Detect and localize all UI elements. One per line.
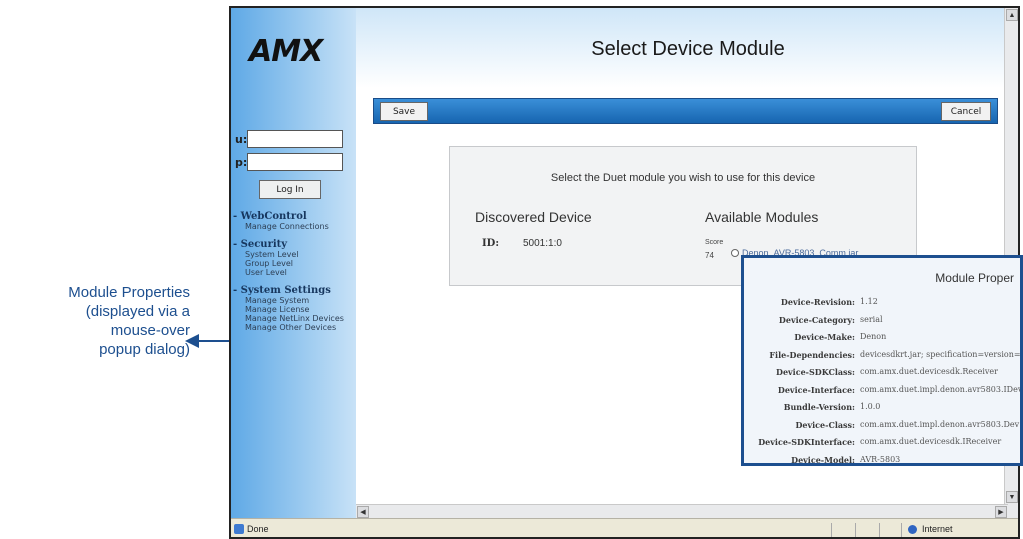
property-key: Device-SDKInterface: [758, 437, 855, 447]
nav-item-system-level[interactable]: System Level [233, 250, 355, 259]
amx-logo: AMX [249, 34, 323, 69]
property-row: Device-Make: Denon [744, 332, 1020, 346]
discovered-device-heading: Discovered Device [475, 209, 592, 225]
cancel-button[interactable]: Cancel [941, 102, 991, 121]
property-row: Device-SDKClass: com.amx.duet.devicesdk.R… [744, 367, 1020, 381]
module-radio[interactable] [731, 249, 739, 257]
screenshot-canvas: Module Properties (displayed via a mouse… [0, 0, 1023, 539]
nav-item-manage-other-devices[interactable]: Manage Other Devices [233, 323, 355, 332]
property-row: Device-SDKInterface: com.amx.duet.devices… [744, 437, 1020, 451]
nav-item-manage-system[interactable]: Manage System [233, 296, 355, 305]
property-row: Device-Interface: com.amx.duet.impl.denon… [744, 384, 1023, 399]
nav-heading-webcontrol[interactable]: - WebControl [233, 211, 355, 222]
save-button[interactable]: Save [380, 102, 428, 121]
status-cell [831, 523, 853, 537]
property-key: File-Dependencies: [769, 349, 855, 360]
property-row: File-Dependencies: devicesdkrt.jar; speci… [744, 349, 1023, 364]
internet-globe-icon [908, 525, 917, 534]
password-input[interactable] [247, 153, 343, 171]
property-key: Device-Make: [794, 332, 855, 342]
login-form: u: p: [231, 130, 351, 176]
property-key: Device-Class: [795, 419, 855, 430]
property-value: devicesdkrt.jar; specification=version=1 [860, 349, 1023, 359]
callout-line-3: mouse-over [110, 322, 190, 339]
nav-group-security: - Security System Level Group Level User… [233, 239, 355, 277]
page-done-icon [234, 524, 244, 534]
property-key: Bundle-Version: [783, 402, 855, 412]
property-key: Device-Interface: [777, 384, 855, 395]
property-value: Denon [860, 332, 887, 341]
callout-line-2: (displayed via a [85, 303, 190, 320]
nav-item-manage-license[interactable]: Manage License [233, 305, 355, 314]
property-key: Device-Revision: [780, 297, 855, 307]
nav-item-manage-connections[interactable]: Manage Connections [233, 222, 355, 231]
nav-group-webcontrol: - WebControl Manage Connections [233, 211, 355, 231]
property-row: Device-Model: AVR-5803 [744, 454, 1020, 465]
property-value: AVR-5803 [860, 454, 901, 464]
toolbar: Save Cancel [373, 98, 998, 124]
device-id-label: ID: [482, 238, 500, 249]
status-bar: Done Internet [231, 518, 1018, 537]
property-value: com.amx.duet.devicesdk.Receiver [860, 367, 998, 376]
scroll-up-icon[interactable]: ▲ [1006, 9, 1018, 21]
scroll-left-icon[interactable]: ◀ [357, 506, 369, 518]
login-button[interactable]: Log In [259, 180, 321, 199]
property-row: Device-Class: com.amx.duet.impl.denon.avr… [744, 419, 1020, 434]
available-modules-heading: Available Modules [705, 209, 819, 225]
property-value: com.amx.duet.impl.denon.avr5803.Dev [860, 419, 1020, 429]
username-row: u: [231, 130, 351, 150]
callout-line-1: Module Properties [68, 284, 190, 301]
property-row: Device-Revision: 1.12 [744, 297, 1020, 311]
callout-line-4: popup dialog) [99, 341, 190, 358]
property-row: Bundle-Version: 1.0.0 [744, 402, 1020, 416]
nav-heading-security[interactable]: - Security [233, 239, 355, 250]
callout-arrow-head [185, 334, 199, 348]
module-properties-popup: Module Proper Device-Revision: 1.12 Device… [741, 255, 1023, 466]
username-input[interactable] [247, 130, 343, 148]
property-key: Device-SDKClass: [776, 367, 855, 377]
nav-item-group-level[interactable]: Group Level [233, 259, 355, 268]
property-value: 1.12 [860, 297, 878, 306]
zone-label: Internet [922, 524, 953, 534]
status-text: Done [247, 524, 269, 534]
property-key: Device-Category: [778, 314, 855, 325]
scroll-down-icon[interactable]: ▼ [1006, 491, 1018, 503]
username-label: u: [235, 133, 248, 146]
status-cell [879, 523, 901, 537]
password-row: p: [231, 153, 351, 173]
sidebar: AMX u: p: Log In - WebControl Manage Con… [231, 8, 356, 518]
property-row: Device-Category: serial [744, 314, 1020, 329]
score-value: 74 [705, 251, 714, 260]
nav-heading-system-settings[interactable]: - System Settings [233, 285, 355, 296]
property-value: com.amx.duet.devicesdk.IReceiver [860, 437, 1002, 446]
scroll-right-icon[interactable]: ▶ [995, 506, 1007, 518]
popup-title: Module Proper [935, 271, 1014, 285]
score-label: Score [705, 239, 724, 246]
device-id-value: 5001:1:0 [523, 238, 562, 249]
page-title: Select Device Module [591, 38, 785, 60]
password-label: p: [235, 156, 248, 169]
sidebar-nav: - WebControl Manage Connections - Securi… [233, 211, 355, 340]
nav-item-user-level[interactable]: User Level [233, 268, 355, 277]
nav-item-manage-netlinx-devices[interactable]: Manage NetLinx Devices [233, 314, 355, 323]
property-value: 1.0.0 [860, 402, 881, 411]
callout-text: Module Properties (displayed via a mouse… [60, 283, 190, 359]
property-value: serial [860, 314, 883, 324]
instruction-text: Select the Duet module you wish to use f… [550, 172, 816, 184]
property-key: Device-Model: [791, 454, 855, 465]
security-zone: Internet [901, 523, 1011, 537]
status-cell [855, 523, 877, 537]
horizontal-scrollbar[interactable]: ◀ ▶ [356, 504, 1008, 518]
property-value: com.amx.duet.impl.denon.avr5803.IDev [860, 384, 1023, 394]
nav-group-system-settings: - System Settings Manage System Manage L… [233, 285, 355, 332]
